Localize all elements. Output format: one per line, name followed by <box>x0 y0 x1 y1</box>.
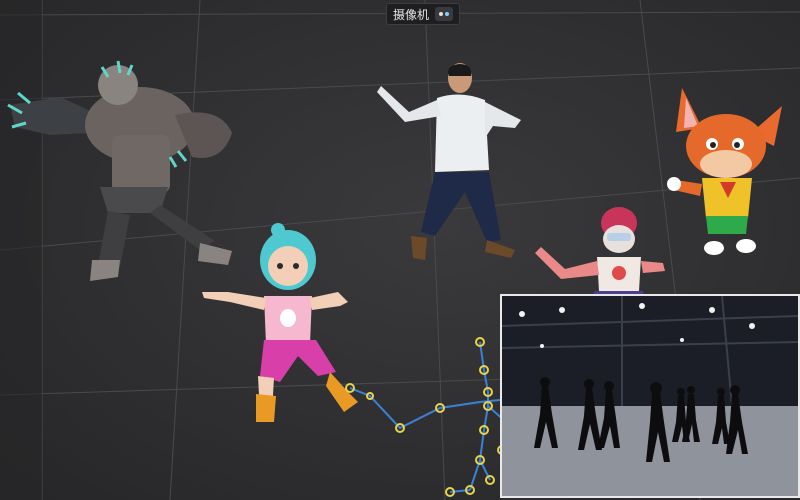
mocap-studio-video-inset[interactable] <box>500 294 800 498</box>
live-actor-man-character[interactable] <box>375 60 525 270</box>
camera-label-text: 摄像机 <box>393 7 430 22</box>
mocap-skeleton-rig[interactable] <box>320 330 520 500</box>
camera-switch-icon[interactable] <box>435 7 454 21</box>
3d-viewport[interactable]: 摄像机 <box>0 0 800 500</box>
mocap-studio-video-icon <box>502 296 798 496</box>
orange-fox-cartoon-character[interactable] <box>662 88 792 263</box>
camera-selector[interactable]: 摄像机 <box>386 3 461 25</box>
